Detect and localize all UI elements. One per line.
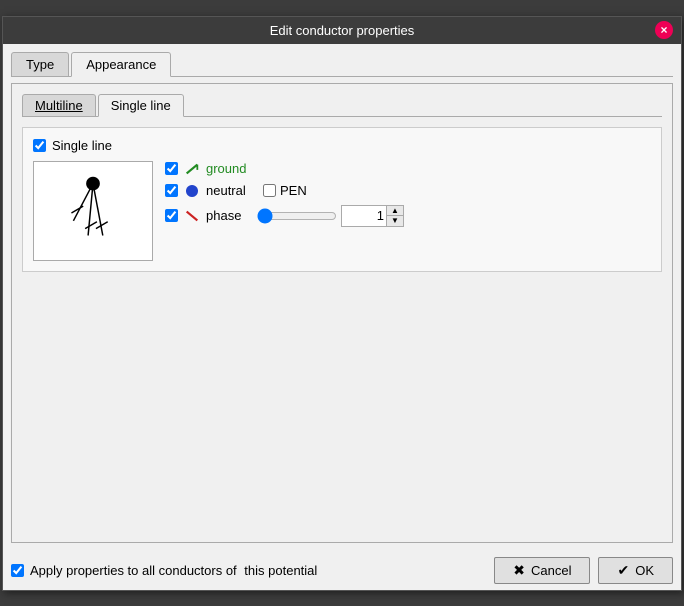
single-line-panel: Single line xyxy=(22,127,662,272)
cancel-icon: ✖ xyxy=(513,562,525,579)
pen-label: PEN xyxy=(280,183,307,198)
content-area: ground neutral xyxy=(33,161,651,261)
ground-icon xyxy=(184,161,200,177)
spinbox-arrows: ▲ ▼ xyxy=(387,205,404,227)
neutral-icon xyxy=(184,183,200,199)
appearance-panel: Multiline Single line Single line xyxy=(11,83,673,543)
ok-button[interactable]: ✔ OK xyxy=(598,557,673,584)
apply-highlight: this potential xyxy=(244,563,317,578)
ground-option-row: ground xyxy=(165,161,651,177)
footer-right: ✖ Cancel ✔ OK xyxy=(494,557,673,584)
phase-spinbox: ▲ ▼ xyxy=(341,205,404,227)
pen-checkbox-row: PEN xyxy=(263,183,307,198)
ground-label: ground xyxy=(206,161,251,176)
main-window: Edit conductor properties × Type Appeara… xyxy=(2,16,682,591)
sub-tab-singleline[interactable]: Single line xyxy=(98,94,184,117)
apply-prefix: Apply properties to all conductors of xyxy=(30,563,237,578)
spin-up-button[interactable]: ▲ xyxy=(387,206,403,216)
options-area: ground neutral xyxy=(165,161,651,261)
single-line-checkbox[interactable] xyxy=(33,139,46,152)
cancel-button[interactable]: ✖ Cancel xyxy=(494,557,590,584)
phase-checkbox[interactable] xyxy=(165,209,178,222)
single-line-checkbox-row: Single line xyxy=(33,138,651,153)
titlebar: Edit conductor properties × xyxy=(3,17,681,44)
neutral-label: neutral xyxy=(206,183,251,198)
outer-tabs: Type Appearance xyxy=(11,52,673,77)
sub-tab-multiline[interactable]: Multiline xyxy=(22,94,96,116)
phase-option-row: phase ▲ ▼ xyxy=(165,205,651,227)
footer: Apply properties to all conductors of th… xyxy=(3,551,681,590)
apply-text: Apply properties to all conductors of th… xyxy=(30,563,317,578)
neutral-checkbox[interactable] xyxy=(165,184,178,197)
pen-checkbox[interactable] xyxy=(263,184,276,197)
neutral-option-row: neutral PEN xyxy=(165,183,651,199)
main-content: Type Appearance Multiline Single line Si… xyxy=(3,44,681,551)
phase-label: phase xyxy=(206,208,251,223)
apply-checkbox[interactable] xyxy=(11,564,24,577)
single-line-label: Single line xyxy=(52,138,112,153)
close-button[interactable]: × xyxy=(655,21,673,39)
phase-slider[interactable] xyxy=(257,207,337,225)
sub-tabs: Multiline Single line xyxy=(22,94,662,117)
phase-spin-input[interactable] xyxy=(341,205,387,227)
ok-icon: ✔ xyxy=(617,562,629,579)
conductor-preview xyxy=(33,161,153,261)
spin-down-button[interactable]: ▼ xyxy=(387,216,403,226)
footer-left: Apply properties to all conductors of th… xyxy=(11,563,317,578)
cancel-label: Cancel xyxy=(531,563,571,578)
ground-checkbox[interactable] xyxy=(165,162,178,175)
phase-icon xyxy=(184,208,200,224)
tab-type[interactable]: Type xyxy=(11,52,69,76)
ok-label: OK xyxy=(635,563,654,578)
phase-slider-area: ▲ ▼ xyxy=(257,205,404,227)
tab-appearance[interactable]: Appearance xyxy=(71,52,171,77)
window-title: Edit conductor properties xyxy=(13,23,671,38)
